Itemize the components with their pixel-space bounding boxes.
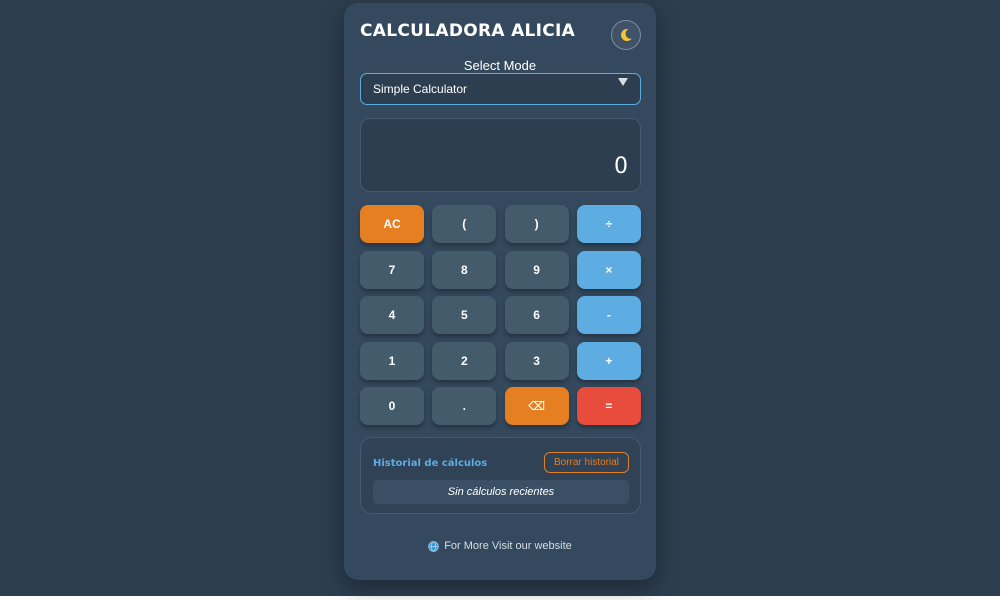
digit-5-button[interactable]: 5 — [432, 296, 497, 335]
keypad: AC() ÷ 7 8 9 × 4 5 6- 1 2 3 +0. ⌫ = — [360, 205, 641, 426]
app-title: CALCULADORA ALICIA — [360, 21, 576, 41]
decimal-button[interactable]: . — [432, 387, 497, 426]
equals-button[interactable]: = — [576, 387, 641, 426]
digit-7-button[interactable]: 7 — [360, 250, 424, 289]
mode-select-value: Simple Calculator — [373, 82, 468, 96]
digit-0-button[interactable]: 0 — [360, 387, 424, 426]
history-panel: Historial de cálculos Borrar historial S… — [360, 437, 641, 514]
history-empty-message: Sin cálculos recientes — [373, 480, 629, 504]
bottom-strip — [0, 596, 1000, 600]
digit-3-button[interactable]: 3 — [504, 341, 569, 380]
digit-8-button[interactable]: 8 — [432, 250, 497, 289]
website-link[interactable]: For More Visit our website — [344, 540, 656, 552]
mode-select[interactable]: Simple Calculator — [360, 73, 641, 105]
clear-history-button[interactable]: Borrar historial — [543, 452, 629, 473]
divide-button[interactable]: ÷ — [576, 205, 641, 243]
all-clear-button[interactable]: AC — [360, 205, 424, 243]
add-button[interactable]: + — [576, 341, 641, 380]
digit-4-button[interactable]: 4 — [360, 296, 424, 335]
digit-6-button[interactable]: 6 — [504, 296, 569, 335]
moon-icon — [620, 29, 632, 42]
digit-2-button[interactable]: 2 — [432, 341, 497, 380]
calculator-card: CALCULADORA ALICIA Select Mode Simple Ca… — [344, 3, 656, 580]
display-value: 0 — [614, 154, 628, 179]
mode-label: Select Mode — [463, 58, 537, 73]
digit-9-button[interactable]: 9 — [504, 250, 569, 289]
website-link-text: For More Visit our website — [444, 540, 572, 552]
globe-icon — [428, 540, 439, 552]
history-title: Historial de cálculos — [373, 458, 488, 469]
theme-toggle-button[interactable] — [611, 20, 641, 50]
digit-1-button[interactable]: 1 — [360, 341, 424, 380]
close-paren-button[interactable]: ) — [504, 205, 569, 243]
calculator-display: 0 — [360, 118, 641, 192]
open-paren-button[interactable]: ( — [432, 205, 497, 243]
backspace-button[interactable]: ⌫ — [504, 387, 569, 426]
dropdown-arrow-icon — [618, 78, 628, 86]
multiply-button[interactable]: × — [576, 250, 641, 289]
subtract-button[interactable]: - — [576, 296, 641, 335]
